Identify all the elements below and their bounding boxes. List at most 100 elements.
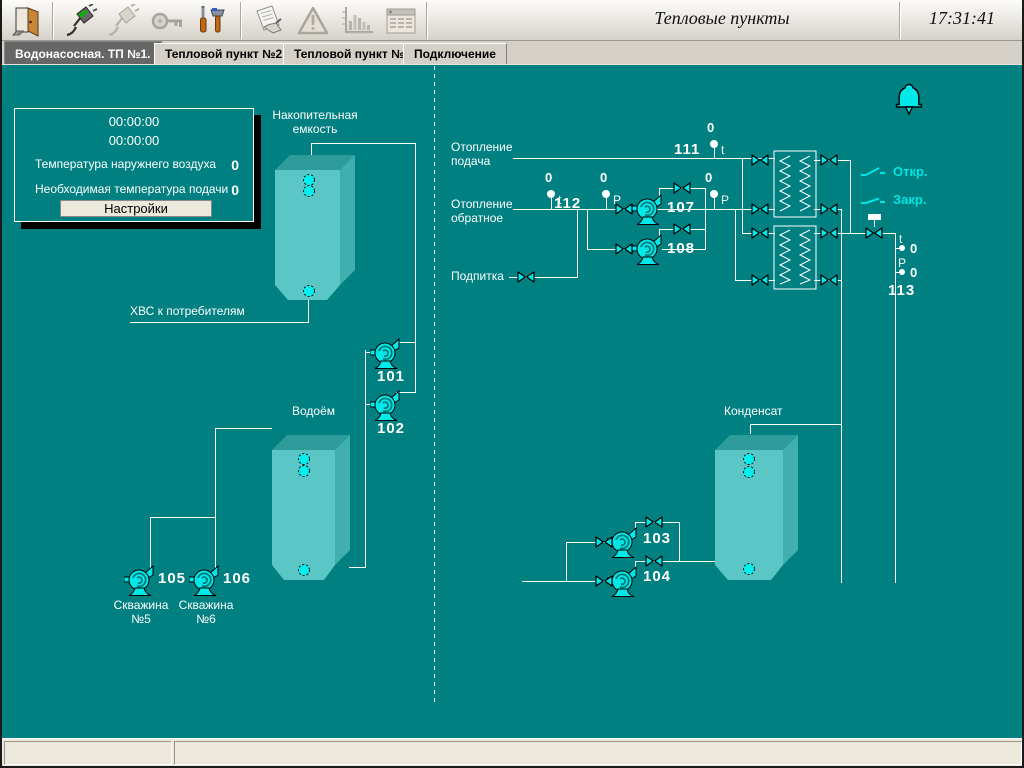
valve-icon[interactable] xyxy=(517,271,535,283)
valve-icon[interactable] xyxy=(751,203,769,215)
heat-exchanger-2 xyxy=(773,225,817,290)
pipe-segment xyxy=(710,140,718,148)
pipe-segment xyxy=(150,517,216,518)
pipe-segment xyxy=(735,209,736,281)
pipe-segment xyxy=(522,581,566,582)
pump-105-label: 105 xyxy=(158,570,186,587)
storage-tank xyxy=(272,153,358,303)
pump-105-icon[interactable] xyxy=(124,565,156,597)
control-valve-icon[interactable] xyxy=(865,227,883,239)
alarm-bell-icon[interactable] xyxy=(894,83,924,116)
valve-icon[interactable] xyxy=(673,223,691,235)
settings-button[interactable]: Настройки xyxy=(60,200,212,217)
valve-icon[interactable] xyxy=(673,182,691,194)
valve-icon[interactable] xyxy=(615,243,633,255)
pump-107-icon[interactable] xyxy=(632,194,664,226)
pipe-segment xyxy=(714,197,715,209)
well5-label: Скважина №5 xyxy=(110,598,172,626)
valve-icon[interactable] xyxy=(751,154,769,166)
valve-icon[interactable] xyxy=(595,575,613,587)
pipe-segment xyxy=(215,428,216,568)
valve-icon[interactable] xyxy=(645,555,663,567)
tag-111: 111 xyxy=(674,141,700,158)
info-panel: 00:00:00 00:00:00 Температура наружнего … xyxy=(14,108,254,222)
pipe-segment xyxy=(705,188,706,250)
pipe-segment xyxy=(566,542,567,582)
sensor-letter: P xyxy=(898,256,906,270)
pump-106-label: 106 xyxy=(223,570,251,587)
pipe-segment xyxy=(551,197,552,209)
outdoor-temp-row: Температура наружнего воздуха 0 xyxy=(15,157,253,173)
sensor-value: 0 xyxy=(600,170,607,185)
outdoor-temp-value: 0 xyxy=(231,157,239,173)
pump-106-icon[interactable] xyxy=(189,565,221,597)
pipe-segment xyxy=(308,300,309,323)
valve-icon[interactable] xyxy=(820,227,838,239)
pipe-segment xyxy=(850,160,851,234)
pipe-segment xyxy=(874,220,875,227)
pump-103-label: 103 xyxy=(643,530,671,547)
pipe-segment xyxy=(587,209,588,249)
required-temp-value: 0 xyxy=(231,182,239,198)
valve-icon[interactable] xyxy=(595,536,613,548)
pump-107-label: 107 xyxy=(667,199,695,216)
pipe-segment xyxy=(606,197,607,209)
schematic: t 0 t 0 P 0 P 0 t 0 P 0 111 112 113 101 … xyxy=(2,0,1024,768)
reservoir-tank xyxy=(270,433,354,593)
heating-return-label: Отопление обратное xyxy=(451,197,513,225)
pump-108-label: 108 xyxy=(667,240,695,257)
pipe-segment xyxy=(602,190,610,198)
storage-tank-label: Накопительная емкость xyxy=(265,108,365,136)
pipe-segment xyxy=(577,209,578,278)
pipe-segment xyxy=(513,158,775,159)
pipe-segment xyxy=(679,522,680,562)
timer-2: 00:00:00 xyxy=(15,133,253,148)
heat-exchanger-1 xyxy=(773,150,817,218)
pipe-segment xyxy=(365,350,366,568)
well6-label: Скважина №6 xyxy=(175,598,237,626)
status-panel-left xyxy=(4,741,172,765)
pipe-segment xyxy=(841,209,842,583)
outdoor-temp-label: Температура наружнего воздуха xyxy=(35,157,216,173)
reservoir-label: Водоём xyxy=(292,404,335,418)
pipe-segment xyxy=(742,158,743,234)
sensor-letter: t xyxy=(721,143,724,157)
heating-supply-label: Отопление подача xyxy=(451,140,513,168)
pipe-segment xyxy=(130,322,309,323)
valve-icon[interactable] xyxy=(645,516,663,528)
valve-icon[interactable] xyxy=(751,274,769,286)
valve-icon[interactable] xyxy=(751,227,769,239)
sensor-letter: P xyxy=(613,193,621,207)
switch-open-icon xyxy=(860,166,886,178)
section-divider xyxy=(434,66,435,704)
scada-window: Тепловые пункты 17:31:41 Водонасосная. Т… xyxy=(0,0,1024,768)
pipe-segment xyxy=(679,561,715,562)
pump-101-icon[interactable] xyxy=(370,338,402,370)
switch-closed-icon xyxy=(860,194,886,206)
sensor-value: 0 xyxy=(705,170,712,185)
pump-102-label: 102 xyxy=(377,420,405,437)
sensor-letter: P xyxy=(721,193,729,207)
required-temp-label: Необходимая температура подачи xyxy=(35,182,228,198)
sensor-value: 0 xyxy=(545,170,552,185)
hvs-label: ХВС к потребителям xyxy=(130,304,245,318)
legend-closed-label: Закр. xyxy=(893,192,926,207)
makeup-label: Подпитка xyxy=(451,269,504,283)
pump-108-icon[interactable] xyxy=(632,234,664,266)
pump-102-icon[interactable] xyxy=(370,390,402,422)
sensor-value: 0 xyxy=(707,120,714,135)
pipe-segment xyxy=(311,143,416,144)
valve-icon[interactable] xyxy=(820,203,838,215)
sensor-value: 0 xyxy=(910,241,917,256)
sensor-letter: t xyxy=(899,232,902,246)
pipe-segment xyxy=(750,424,842,425)
pump-104-label: 104 xyxy=(643,568,671,585)
valve-icon[interactable] xyxy=(820,274,838,286)
sensor-value: 0 xyxy=(910,265,917,280)
status-panel-right xyxy=(174,741,1022,765)
condensate-tank xyxy=(713,431,801,593)
pipe-segment xyxy=(150,517,151,568)
pipe-segment xyxy=(415,143,416,393)
valve-icon[interactable] xyxy=(820,154,838,166)
legend-open-label: Откр. xyxy=(893,164,928,179)
